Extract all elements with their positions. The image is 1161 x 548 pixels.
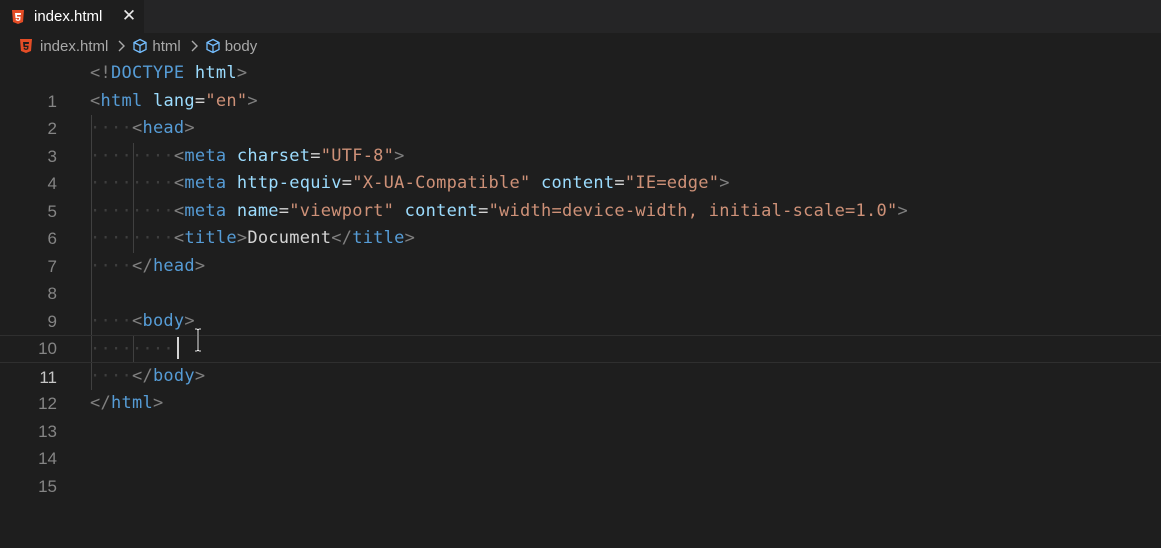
code-line: 3 ····<head>	[0, 115, 1161, 166]
code-line: 9	[0, 280, 1161, 331]
code-line: 15	[0, 445, 1161, 496]
code-editor[interactable]: 1 <!DOCTYPE html> 2 <html lang="en"> 3 ·…	[0, 60, 1161, 548]
code-line: 1 <!DOCTYPE html>	[0, 60, 1161, 111]
code-content: ········<meta charset="UTF-8">	[90, 145, 405, 166]
html5-icon	[12, 9, 24, 24]
code-line: 2 <html lang="en">	[0, 88, 1161, 139]
code-line: 12 ····</body>	[0, 363, 1161, 414]
code-content: ····<head>	[90, 118, 195, 138]
html5-icon	[20, 39, 32, 53]
code-line: 13 </html>	[0, 390, 1161, 441]
code-content: ········<meta name="viewport" content="w…	[90, 200, 908, 221]
code-content: <!DOCTYPE html>	[90, 63, 248, 83]
breadcrumb-file[interactable]: index.html	[40, 38, 108, 55]
cube-icon	[132, 38, 148, 54]
code-line: 4 ········<meta charset="UTF-8">	[0, 143, 1161, 194]
code-content: ········<meta http-equiv="X-UA-Compatibl…	[90, 173, 730, 193]
code-line: 5 ········<meta http-equiv="X-UA-Compati…	[0, 170, 1161, 221]
code-content: ····<body>	[90, 310, 195, 331]
code-content: ····</head>	[90, 255, 206, 276]
line-number: 15	[38, 476, 57, 496]
text-cursor	[177, 337, 179, 359]
breadcrumb-item-body[interactable]: body	[225, 38, 258, 55]
chevron-right-icon	[187, 39, 201, 53]
code-line: 8 ····</head>	[0, 253, 1161, 304]
ibeam-cursor-icon	[194, 327, 202, 353]
code-content: ····</body>	[90, 365, 206, 386]
tab-label: index.html	[34, 8, 103, 25]
code-content: ········<title>Document</title>	[90, 228, 416, 248]
code-line: 6 ········<meta name="viewport" content=…	[0, 198, 1161, 249]
code-content: </html>	[90, 393, 164, 413]
code-line: 14	[0, 418, 1161, 468]
tab-bar: index.html ✕	[0, 0, 1161, 33]
code-line: 10 ····<body>	[0, 308, 1161, 359]
code-content: <html lang="en">	[90, 90, 258, 111]
cube-icon	[205, 38, 221, 54]
close-icon[interactable]: ✕	[120, 5, 138, 27]
breadcrumb-item-html[interactable]: html	[152, 38, 180, 55]
code-line: 7 ········<title>Document</title>	[0, 225, 1161, 276]
breadcrumb: index.html html body	[20, 35, 257, 57]
current-line: 11 ········	[0, 335, 1161, 387]
code-content: ········	[90, 339, 174, 359]
chevron-right-icon	[114, 39, 128, 53]
